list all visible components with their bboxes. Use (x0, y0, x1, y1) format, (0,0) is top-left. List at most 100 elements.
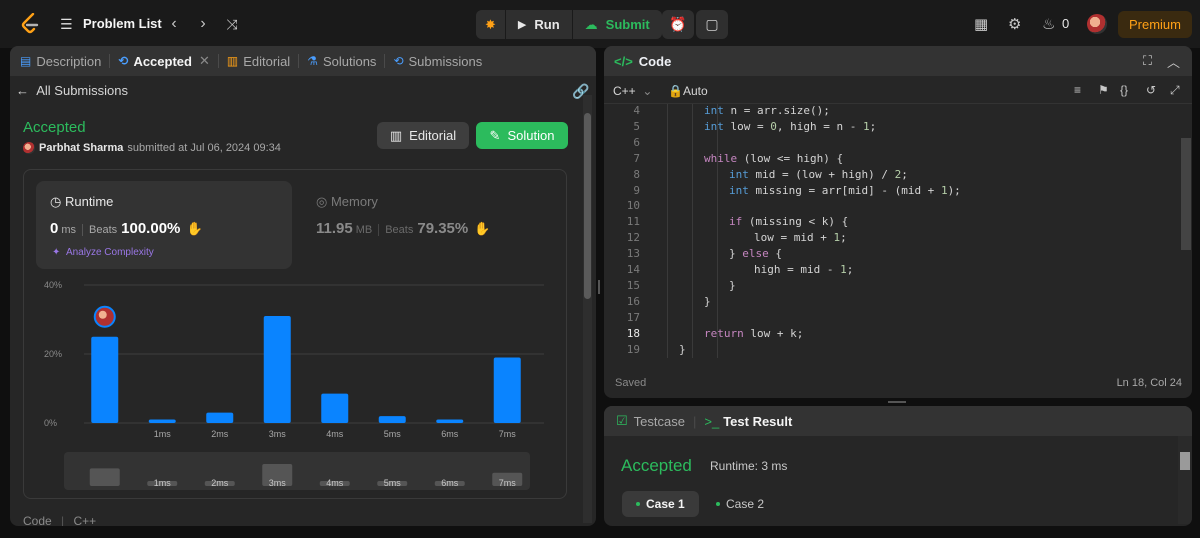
memory-title[interactable]: ◎ Memory (316, 194, 378, 210)
submission-info: Parbhat Sharma submitted at Jul 06, 2024… (23, 142, 281, 154)
checkbox-icon: ☑ (616, 413, 628, 428)
code-scrollbar[interactable] (1177, 108, 1191, 368)
left-tabs: ▤ Description ⟲ Accepted ✕ ▥ Editorial ⚗ Solu… (10, 46, 596, 76)
x-tick-label: 6ms (441, 429, 459, 439)
x-tick-label: 7ms (499, 429, 517, 439)
fire-streak-icon[interactable]: ♨ (1042, 15, 1055, 33)
test-status: Accepted (621, 456, 692, 475)
fullscreen-icon[interactable]: ⛶ (1143, 53, 1152, 69)
author-avatar (23, 142, 35, 154)
author-name[interactable]: Parbhat Sharma (39, 142, 123, 154)
line-number: 16 (626, 294, 640, 308)
lock-icon: 🔒 (668, 84, 683, 98)
code-label[interactable]: Code (23, 514, 52, 526)
prev-problem-button[interactable]: ‹ (164, 13, 184, 35)
avatar-face (98, 310, 107, 319)
code-line: int mid = (low + high) / 2; (729, 167, 908, 181)
scrollbar-thumb[interactable] (584, 113, 591, 299)
y-tick-label: 20% (44, 349, 62, 359)
debug-icon[interactable]: ✸ (476, 10, 505, 39)
code-line: low = mid + 1; (754, 231, 847, 245)
language-select[interactable]: C++ ⌄ (613, 84, 652, 98)
layout-icon[interactable]: ▦ (974, 15, 988, 33)
wave-hand-icon: ✋ (474, 221, 491, 236)
collapse-icon[interactable]: ︿ (1167, 52, 1180, 71)
tab-test-result[interactable]: Test Result (723, 414, 792, 429)
book-icon: ▥ (226, 54, 239, 68)
leetcode-logo-icon[interactable] (20, 12, 40, 35)
auto-mode[interactable]: Auto (683, 84, 708, 98)
play-icon: ▶ (517, 19, 527, 31)
case-2-tab[interactable]: Case 2 (702, 491, 778, 517)
run-button[interactable]: ▶ Run (505, 10, 572, 39)
y-tick-label: 40% (44, 280, 62, 290)
line-number: 8 (633, 167, 640, 181)
test-panel: ☑ Testcase | >_ Test Result Accepted Run… (604, 406, 1192, 526)
tab-testcase[interactable]: Testcase (634, 414, 685, 429)
case-1-tab[interactable]: Case 1 (622, 491, 699, 517)
analyze-complexity-link[interactable]: ✦ Analyze Complexity (52, 247, 154, 258)
shuffle-icon[interactable]: ⤨ (222, 13, 242, 35)
tab-description[interactable]: ▤ Description (20, 54, 101, 69)
settings-gear-icon[interactable]: ⚙ (1008, 15, 1021, 33)
line-number: 4 (633, 104, 640, 117)
tab-submissions[interactable]: ⟲ Submissions (393, 54, 482, 69)
code-line: int low = 0, high = n - 1; (704, 119, 877, 133)
sparkle-icon: ✦ (52, 247, 61, 258)
runtime-distribution-chart[interactable]: 40% 20% 0% 1ms 2ms 3ms 4ms 5ms 6ms 7ms 1ms 2ms 3ms 4m… (24, 270, 568, 500)
chart-bar (148, 419, 176, 423)
line-number: 15 (626, 278, 640, 292)
all-submissions-link[interactable]: ← All Submissions (16, 83, 128, 98)
scrollbar-thumb[interactable] (1180, 452, 1190, 470)
vertical-resize-handle[interactable] (598, 280, 600, 294)
wave-hand-icon: ✋ (186, 221, 203, 236)
mini-bar (89, 468, 120, 486)
test-tabs: ☑ Testcase | >_ Test Result (604, 406, 1192, 436)
next-problem-button[interactable]: › (193, 13, 213, 35)
format-icon[interactable]: ≡ (1074, 83, 1081, 97)
language-label[interactable]: C++ (74, 514, 97, 526)
x-tick-label: 5ms (384, 429, 402, 439)
premium-button[interactable]: Premium (1118, 11, 1192, 38)
expand-icon[interactable]: ⤢ (1170, 83, 1180, 98)
submitted-at: submitted at Jul 06, 2024 09:34 (127, 142, 281, 154)
submission-status: Accepted (23, 119, 86, 136)
streak-count: 0 (1062, 16, 1070, 31)
editorial-button[interactable]: ▥ Editorial (377, 122, 469, 149)
solution-button[interactable]: ✎ Solution (476, 122, 568, 149)
chart-bar (378, 416, 406, 423)
user-avatar[interactable] (1087, 14, 1107, 34)
test-scrollbar[interactable] (1178, 436, 1192, 524)
timer-icon[interactable]: ⏰ (662, 10, 694, 39)
list-icon[interactable]: ☰ (60, 16, 76, 32)
chart-bar (436, 419, 464, 423)
mini-tick-label: 6ms (441, 478, 459, 488)
bookmark-icon[interactable]: ⚑ (1098, 83, 1109, 97)
close-tab-icon[interactable]: ✕ (199, 53, 210, 69)
code-header: </> Code ⛶ ︿ (604, 46, 1192, 76)
braces-icon[interactable]: {} (1120, 83, 1128, 97)
scrollbar-thumb[interactable] (1181, 138, 1191, 250)
runtime-card[interactable]: ◷ Runtime 0 ms Beats 100.00% ✋ ✦ Analyze Co… (36, 181, 292, 269)
code-editor[interactable]: 4 int n = arr.size(); 5 int low = 0, high =… (604, 104, 1192, 364)
code-panel: </> Code ⛶ ︿ C++ ⌄ 🔒 Auto ≡ ⚑ {} ↺ ⤢ 4 in… (604, 46, 1192, 398)
code-line: } (704, 294, 711, 308)
left-scrollbar[interactable] (583, 95, 592, 523)
memory-value: 11.95 MB Beats 79.35% ✋ (316, 220, 491, 237)
horizontal-resize-handle[interactable] (888, 401, 906, 403)
run-submit-group: ✸ ▶ Run ☁ Submit (476, 10, 662, 39)
submit-button[interactable]: ☁ Submit (572, 10, 662, 39)
memory-chip-icon: ◎ (316, 194, 328, 209)
tab-solutions[interactable]: ⚗ Solutions (307, 54, 376, 69)
tab-editorial[interactable]: ▥ Editorial (227, 54, 290, 69)
problem-list-link[interactable]: Problem List (83, 16, 162, 31)
history-icon: ⟲ (393, 54, 404, 68)
test-runtime: Runtime: 3 ms (710, 459, 788, 473)
indent-guide (717, 104, 718, 359)
reset-icon[interactable]: ↺ (1146, 83, 1156, 97)
notes-icon[interactable]: ▢ (696, 10, 728, 39)
arrow-left-icon: ← (16, 83, 29, 98)
x-tick-label: 3ms (269, 429, 287, 439)
tab-accepted[interactable]: ⟲ Accepted ✕ (118, 53, 210, 69)
line-number: 6 (633, 135, 640, 149)
